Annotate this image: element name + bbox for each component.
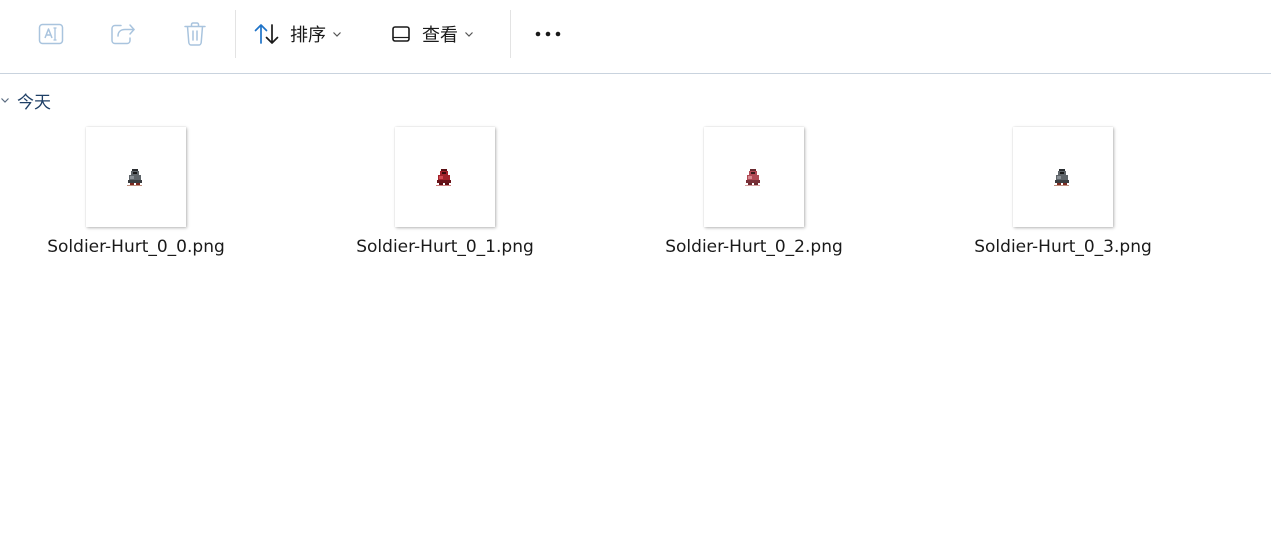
chevron-down-icon [333,32,341,37]
sort-label: 排序 [290,25,326,46]
file-item[interactable]: Soldier-Hurt_0_3.png [958,127,1168,267]
sort-button[interactable]: 排序 [254,16,358,52]
soldier-sprite-image [436,169,451,186]
toolbar-separator [235,10,236,58]
file-name: Soldier-Hurt_0_2.png [665,237,843,257]
toolbar-separator [510,10,511,58]
share-button[interactable] [106,16,140,52]
command-bar: 排序 查看 [0,0,1271,74]
soldier-sprite-image [745,169,760,186]
view-square-icon [392,26,410,42]
more-options-button[interactable] [528,16,568,52]
file-name: Soldier-Hurt_0_0.png [47,237,225,257]
file-thumbnail [86,127,186,227]
view-button[interactable]: 查看 [390,16,490,52]
file-thumbnail [1013,127,1113,227]
chevron-down-icon [1,98,9,103]
share-icon [111,24,135,45]
chevron-down-icon [465,32,473,37]
trash-icon [184,22,206,46]
file-thumbnail [395,127,495,227]
file-item[interactable]: Soldier-Hurt_0_2.png [649,127,859,267]
rename-button[interactable] [34,16,68,52]
file-thumbnail [704,127,804,227]
soldier-sprite-image [1054,169,1069,186]
file-item[interactable]: Soldier-Hurt_0_1.png [340,127,550,267]
soldier-sprite-image [127,169,142,186]
view-label: 查看 [422,25,458,46]
file-item[interactable]: Soldier-Hurt_0_0.png [31,127,241,267]
group-label: 今天 [17,92,51,113]
more-dots-icon [535,31,561,37]
sort-arrows-icon [254,24,279,44]
rename-icon [38,23,64,45]
group-header-today[interactable]: 今天 [0,88,51,113]
delete-button[interactable] [178,16,212,52]
file-name: Soldier-Hurt_0_1.png [356,237,534,257]
file-name: Soldier-Hurt_0_3.png [974,237,1152,257]
